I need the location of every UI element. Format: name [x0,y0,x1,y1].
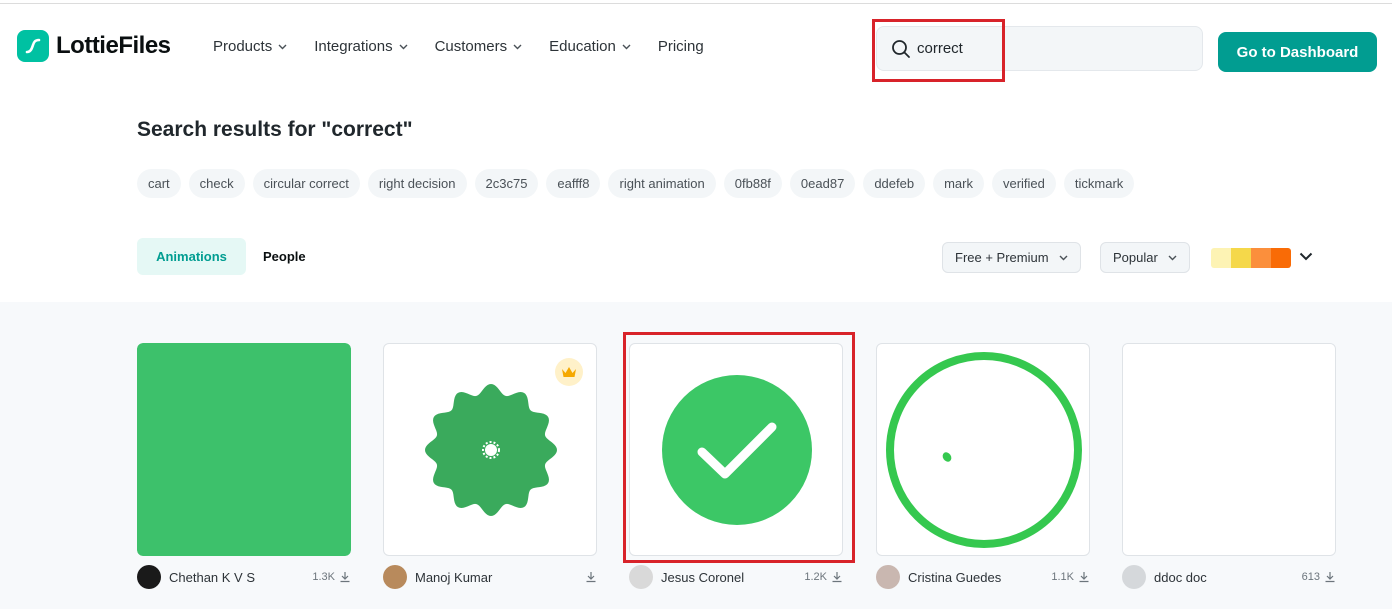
nav-education-label: Education [549,38,616,55]
avatar[interactable] [629,565,653,589]
download-count-text: 1.1K [1051,571,1074,583]
chevron-down-icon [513,44,522,49]
tag-chip[interactable]: right animation [608,169,716,198]
palette-swatch [1211,248,1231,268]
chevron-down-icon [399,44,408,49]
avatar[interactable] [137,565,161,589]
animation-card[interactable] [1122,343,1336,556]
tab-people[interactable]: People [263,238,306,275]
author-name[interactable]: ddoc doc [1154,570,1302,585]
sort-dropdown[interactable]: Popular [1100,242,1190,273]
chevron-down-icon[interactable] [1299,252,1313,261]
download-count[interactable]: 1.3K [312,571,351,583]
animation-card[interactable] [137,343,351,556]
lottiefiles-logo[interactable]: LottieFiles [17,30,171,62]
animation-card[interactable] [876,343,1090,556]
nav-customers-label: Customers [434,38,508,55]
chevron-down-icon [622,44,631,49]
avatar[interactable] [876,565,900,589]
download-count[interactable]: 1.2K [804,571,843,583]
main-nav: Products Integrations Customers Educatio… [213,38,731,55]
animation-preview-green-ring [886,352,1082,548]
nav-integrations[interactable]: Integrations [314,38,408,55]
tag-chip[interactable]: verified [991,169,1056,198]
license-filter-label: Free + Premium [955,250,1049,265]
avatar[interactable] [1122,565,1146,589]
palette-swatch [1231,248,1251,268]
chevron-down-icon [1059,255,1068,260]
tag-chip[interactable]: eafff8 [546,169,601,198]
download-icon [1079,572,1089,583]
download-count[interactable]: 1.1K [1051,571,1090,583]
chevron-down-icon [1168,255,1177,260]
card-meta: Jesus Coronel 1.2K [629,565,843,589]
download-icon [832,572,842,583]
card-meta: Cristina Guedes 1.1K [876,565,1090,589]
download-count[interactable]: 613 [1302,571,1336,583]
tag-chip[interactable]: mark [933,169,984,198]
site-header: LottieFiles Products Integrations Custom… [0,4,1392,90]
nav-pricing[interactable]: Pricing [658,38,704,55]
download-icon [340,572,350,583]
tag-chip[interactable]: circular correct [252,169,360,198]
brand-name: LottieFiles [56,32,171,59]
animation-preview-green-square [137,343,351,556]
related-tags: cart check circular correct right decisi… [137,169,1135,198]
tag-chip[interactable]: right decision [367,169,467,198]
author-name[interactable]: Chethan K V S [169,570,312,585]
palette-swatch [1251,248,1271,268]
tag-chip[interactable]: 0fb88f [723,169,782,198]
download-button[interactable] [581,571,597,583]
search-highlight-box [872,19,1005,82]
download-icon [586,572,596,583]
sort-label: Popular [1113,250,1158,265]
animation-card[interactable] [383,343,597,556]
download-icon [1325,572,1335,583]
nav-integrations-label: Integrations [314,38,393,55]
nav-products[interactable]: Products [213,38,287,55]
animation-preview-blank [1123,344,1335,555]
author-name[interactable]: Cristina Guedes [908,570,1051,585]
chevron-down-icon [278,44,287,49]
card-meta: Manoj Kumar [383,565,597,589]
premium-crown-icon [555,358,583,386]
card-meta: ddoc doc 613 [1122,565,1336,589]
go-to-dashboard-button[interactable]: Go to Dashboard [1218,32,1377,72]
palette-swatch [1271,248,1291,268]
color-palette-filter[interactable] [1211,248,1291,268]
card-meta: Chethan K V S 1.3K [137,565,351,589]
tag-chip[interactable]: 0ead87 [789,169,856,198]
license-filter-dropdown[interactable]: Free + Premium [942,242,1081,273]
tag-chip[interactable]: check [188,169,245,198]
download-count-text: 1.2K [804,571,827,583]
author-name[interactable]: Jesus Coronel [661,570,804,585]
tag-chip[interactable]: 2c3c75 [474,169,539,198]
download-count-text: 613 [1301,571,1320,583]
tag-chip[interactable]: ddefeb [863,169,926,198]
tab-animations[interactable]: Animations [137,238,246,275]
author-name[interactable]: Manoj Kumar [415,570,581,585]
nav-education[interactable]: Education [549,38,631,55]
tag-chip[interactable]: cart [137,169,181,198]
nav-pricing-label: Pricing [657,38,704,55]
lottie-logo-icon [17,30,49,62]
avatar[interactable] [383,565,407,589]
tag-chip[interactable]: tickmark [1063,169,1135,198]
download-count-text: 1.3K [312,571,335,583]
nav-customers[interactable]: Customers [435,38,523,55]
results-title: Search results for "correct" [137,118,413,141]
nav-products-label: Products [213,38,273,55]
selected-card-highlight-box [623,332,855,563]
